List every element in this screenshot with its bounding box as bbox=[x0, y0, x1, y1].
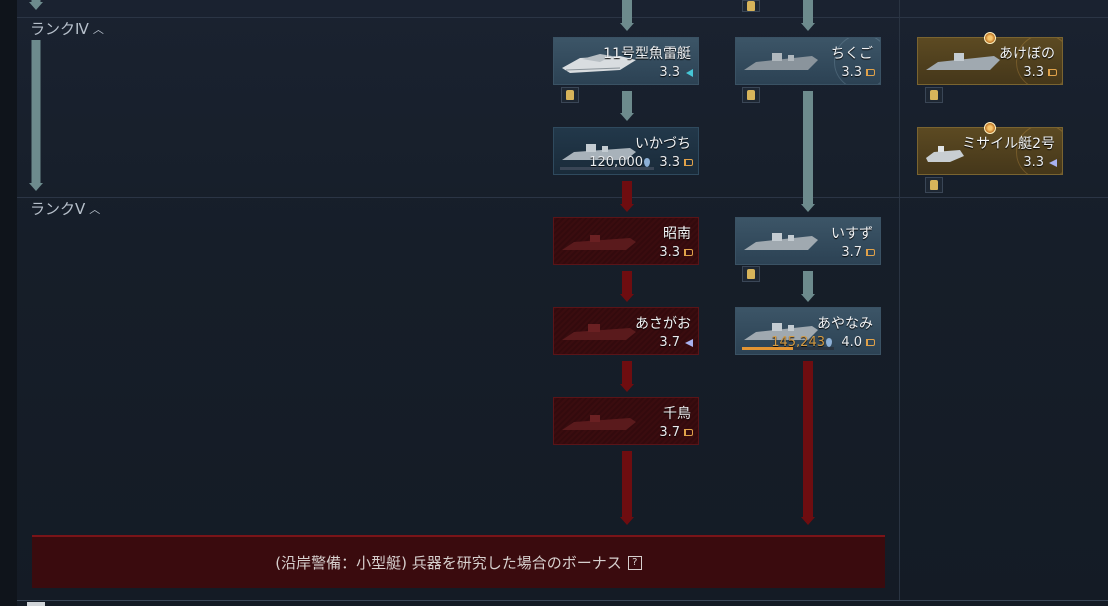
rank-separator bbox=[17, 197, 1108, 198]
premium-star-icon bbox=[984, 32, 996, 44]
destroyer-role-icon bbox=[866, 249, 875, 256]
vehicle-name: あさがお bbox=[635, 316, 691, 332]
chevron-up-icon: ︿ bbox=[92, 22, 104, 36]
tree-arrow bbox=[620, 0, 634, 31]
bottom-tab-indicator[interactable] bbox=[27, 602, 45, 606]
missile-role-icon bbox=[1049, 159, 1057, 167]
vehicle-name: 昭南 bbox=[663, 226, 691, 242]
battle-rating: 4.0 bbox=[841, 335, 862, 350]
vehicle-name: いかづち bbox=[635, 136, 691, 152]
vehicle-name: あやなみ bbox=[817, 316, 873, 332]
battle-rating: 3.7 bbox=[841, 245, 862, 260]
rank-progress-arrow bbox=[29, 40, 43, 191]
destroyer-ship-icon bbox=[562, 324, 636, 340]
bottom-divider bbox=[17, 600, 1108, 601]
tree-arrow-locked bbox=[620, 181, 634, 212]
tree-arrow bbox=[801, 271, 815, 302]
vehicle-name: いすず bbox=[831, 226, 873, 242]
tree-arrow-locked bbox=[801, 361, 815, 525]
destroyer-role-icon bbox=[684, 159, 693, 166]
destroyer-role-icon bbox=[1048, 69, 1057, 76]
column-divider bbox=[899, 0, 900, 600]
vehicle-card-ayanami[interactable]: あやなみ 145,243 4.0 bbox=[735, 307, 881, 355]
vehicle-name: 千鳥 bbox=[663, 406, 691, 422]
vehicle-name: あけぼの bbox=[999, 46, 1055, 62]
rank-label-4[interactable]: ランクⅣ ︿ bbox=[30, 18, 104, 39]
vehicle-card-chidori[interactable]: 千鳥 3.7 bbox=[553, 397, 699, 445]
vehicle-name: 11号型魚雷艇 bbox=[603, 46, 691, 62]
tree-arrow bbox=[620, 91, 634, 121]
destroyer-role-icon bbox=[684, 249, 693, 256]
tree-arrow-locked bbox=[620, 361, 634, 392]
rank-progress-arrow bbox=[29, 0, 43, 10]
vehicle-card-missile-boat-2[interactable]: ミサイル艇2号 3.3 bbox=[917, 127, 1063, 175]
left-edge-strip bbox=[0, 0, 17, 606]
research-points-icon bbox=[644, 158, 650, 167]
vehicle-card-isuzu[interactable]: いすず 3.7 bbox=[735, 217, 881, 265]
battle-rating: 3.3 bbox=[1023, 65, 1044, 80]
tree-arrow-locked bbox=[620, 451, 634, 525]
battle-rating: 3.3 bbox=[1023, 155, 1044, 170]
vehicle-card-torpedo-boat-11[interactable]: 11号型魚雷艇 3.3 bbox=[553, 37, 699, 85]
destroyer-ship-icon bbox=[744, 233, 818, 250]
crew-button[interactable] bbox=[742, 0, 760, 12]
vehicle-card-ikazuchi[interactable]: いかづち 120,000 3.3 bbox=[553, 127, 699, 175]
crew-button[interactable] bbox=[561, 87, 579, 103]
vehicle-card-asagao[interactable]: あさがお 3.7 bbox=[553, 307, 699, 355]
bonus-text: (沿岸警備：小型艇) 兵器を研究した場合のボーナス bbox=[275, 554, 622, 572]
battle-rating: 3.7 bbox=[659, 335, 680, 350]
vehicle-card-akebono[interactable]: あけぼの 3.3 bbox=[917, 37, 1063, 85]
destroyer-ship-icon bbox=[562, 235, 636, 250]
battle-rating: 3.3 bbox=[659, 155, 680, 170]
tree-arrow bbox=[801, 0, 815, 31]
rank-separator bbox=[17, 17, 1108, 18]
research-progress-bar bbox=[742, 347, 834, 350]
destroyer-role-icon bbox=[866, 339, 875, 346]
rank-label-text: ランクⅣ bbox=[30, 20, 89, 38]
destroyer-ship-icon bbox=[926, 53, 1000, 70]
battle-rating: 3.3 bbox=[659, 65, 680, 80]
vehicle-card-shonan[interactable]: 昭南 3.3 bbox=[553, 217, 699, 265]
help-icon[interactable]: ? bbox=[627, 555, 642, 570]
destroyer-role-icon bbox=[866, 69, 875, 76]
rank-label-5[interactable]: ランクⅤ ︿ bbox=[30, 198, 100, 219]
research-progress-bar bbox=[560, 167, 654, 170]
tree-arrow bbox=[801, 91, 815, 212]
rank-label-text: ランクⅤ bbox=[30, 200, 86, 218]
destroyer-ship-icon bbox=[744, 53, 818, 70]
vehicle-card-chikugo[interactable]: ちくご 3.3 bbox=[735, 37, 881, 85]
battle-rating: 3.7 bbox=[659, 425, 680, 440]
torpedo-role-icon bbox=[686, 69, 693, 77]
battle-rating: 3.3 bbox=[659, 245, 680, 260]
crew-button[interactable] bbox=[742, 87, 760, 103]
crew-button[interactable] bbox=[925, 177, 943, 193]
missile-role-icon bbox=[685, 339, 693, 347]
vehicle-name: ちくご bbox=[831, 46, 873, 62]
destroyer-ship-icon bbox=[562, 415, 636, 430]
research-bonus-bar[interactable]: (沿岸警備：小型艇) 兵器を研究した場合のボーナス ? bbox=[32, 535, 885, 588]
battle-rating: 3.3 bbox=[841, 65, 862, 80]
vehicle-name: ミサイル艇2号 bbox=[962, 136, 1055, 152]
crew-button[interactable] bbox=[925, 87, 943, 103]
destroyer-role-icon bbox=[684, 429, 693, 436]
research-points-icon bbox=[826, 338, 832, 347]
crew-button[interactable] bbox=[742, 266, 760, 282]
chevron-up-icon: ︿ bbox=[89, 202, 101, 216]
tree-arrow-locked bbox=[620, 271, 634, 302]
premium-star-icon bbox=[984, 122, 996, 134]
